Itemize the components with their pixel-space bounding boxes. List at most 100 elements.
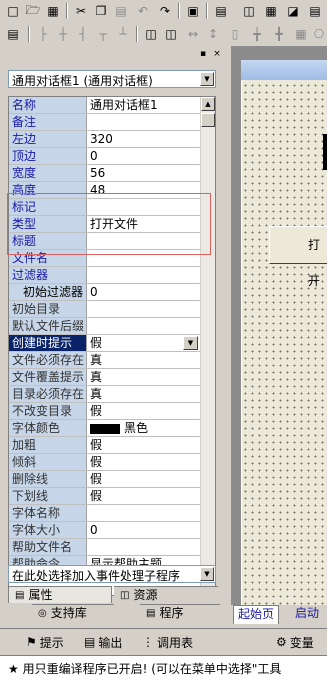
property-row[interactable]: 宽度 56 xyxy=(9,165,201,182)
center-h-icon[interactable]: ◫ xyxy=(142,25,160,43)
property-value[interactable] xyxy=(90,114,200,130)
distribute-v-icon[interactable]: ╋ xyxy=(270,25,288,43)
program-tab-icon: ▤ xyxy=(146,607,156,619)
canvas-button[interactable]: 打开 xyxy=(269,226,327,288)
copy-icon[interactable]: ❐ xyxy=(92,2,110,20)
property-row[interactable]: 过滤器 xyxy=(9,267,201,284)
property-value[interactable]: 0 xyxy=(90,148,200,164)
event-selector[interactable]: 在此处选择加入事件处理子程序 ▼ xyxy=(8,565,216,583)
property-scrollbar[interactable]: ▲ xyxy=(200,97,215,595)
property-value[interactable]: 通用对话框1 xyxy=(90,97,200,113)
property-value[interactable] xyxy=(90,539,200,555)
property-row[interactable]: 顶边 0 xyxy=(9,148,201,165)
size-width-icon[interactable]: ↔ xyxy=(184,25,202,43)
open-folder-icon[interactable]: 🗁 xyxy=(24,2,42,20)
tab-start-page[interactable]: 起始页 xyxy=(233,605,280,624)
property-value[interactable]: 320 xyxy=(90,131,200,147)
new-file-icon[interactable]: □ xyxy=(4,2,22,20)
tab-output[interactable]: ▤ 输出 xyxy=(84,633,122,651)
layout-4-icon[interactable]: ◪ xyxy=(284,2,302,20)
property-row[interactable]: 字体大小 0 xyxy=(9,522,201,539)
property-value[interactable]: 真 xyxy=(90,386,200,402)
tab-next[interactable]: 启动 xyxy=(293,605,321,623)
chevron-down-icon[interactable]: ▼ xyxy=(200,567,214,581)
align-center-icon[interactable]: ┼ xyxy=(54,25,72,43)
property-row[interactable]: 初始目录 xyxy=(9,301,201,318)
property-row[interactable]: 备注 xyxy=(9,114,201,131)
property-value[interactable]: 真 xyxy=(90,369,200,385)
property-row[interactable]: 不改变目录假 xyxy=(9,403,201,420)
property-row[interactable]: 默认文件后缀 xyxy=(9,318,201,335)
property-row[interactable]: 倾斜假 xyxy=(9,454,201,471)
property-row[interactable]: 创建时提示假 ▼ xyxy=(9,335,201,352)
property-row[interactable]: 目录必须存在真 xyxy=(9,386,201,403)
align-top-icon[interactable]: ┬ xyxy=(94,25,112,43)
property-name: 名称 xyxy=(9,97,87,113)
lock-icon[interactable]: ⎔ xyxy=(310,25,327,43)
save-icon[interactable]: ▦ xyxy=(44,2,62,20)
property-value[interactable]: 黑色 xyxy=(90,420,200,436)
spacing-icon[interactable]: ▯ xyxy=(226,25,244,43)
property-row[interactable]: 文件必须存在真 xyxy=(9,352,201,369)
property-row[interactable]: 下划线假 xyxy=(9,488,201,505)
chevron-down-icon[interactable]: ▼ xyxy=(183,336,198,350)
property-row[interactable]: 初始过滤器 0 xyxy=(9,284,201,301)
property-row[interactable]: 左边 320 xyxy=(9,131,201,148)
property-row[interactable]: 字体名称 xyxy=(9,505,201,522)
tab-vars[interactable]: ⚙ 变量 xyxy=(276,633,314,651)
redo-icon[interactable]: ↷ xyxy=(156,2,174,20)
property-row[interactable]: 文件覆盖提示真 xyxy=(9,369,201,386)
tab-call-table[interactable]: ⋮ 调用表 xyxy=(142,633,193,651)
property-value[interactable]: 假 xyxy=(90,488,200,504)
tab-program[interactable]: ▤ 程序 xyxy=(140,604,220,621)
properties-panel-icon[interactable]: ▤ xyxy=(4,25,22,43)
property-value[interactable]: 0 xyxy=(90,522,200,538)
property-value[interactable] xyxy=(90,318,200,334)
property-row[interactable]: 字体颜色 黑色 xyxy=(9,420,201,437)
property-name: 帮助文件名 xyxy=(9,539,87,555)
property-value[interactable] xyxy=(90,267,200,283)
size-height-icon[interactable]: ↕ xyxy=(204,25,222,43)
tab-resources[interactable]: ◫ 资源 xyxy=(114,586,218,603)
align-bottom-icon[interactable]: ┴ xyxy=(114,25,132,43)
close-icon[interactable]: × xyxy=(212,49,222,59)
paste-icon[interactable]: ▤ xyxy=(112,2,130,20)
property-value[interactable]: 假 xyxy=(90,403,200,419)
property-value[interactable]: 56 xyxy=(90,165,200,181)
layout-icon[interactable]: ▤ xyxy=(212,2,230,20)
property-row[interactable]: 删除线假 xyxy=(9,471,201,488)
property-value[interactable]: 真 xyxy=(90,352,200,368)
undo-icon[interactable]: ↶ xyxy=(134,2,152,20)
property-value[interactable]: 假 xyxy=(90,454,200,470)
layout-5-icon[interactable]: ▤ xyxy=(306,2,324,20)
property-value[interactable]: 0 xyxy=(90,284,200,300)
pin-icon[interactable]: ▪ xyxy=(198,49,208,59)
scroll-up-icon[interactable]: ▲ xyxy=(201,97,215,111)
property-row[interactable]: 帮助文件名 xyxy=(9,539,201,556)
align-left-icon[interactable]: ├ xyxy=(34,25,52,43)
distribute-icon[interactable]: ╈ xyxy=(248,25,266,43)
layout-3-icon[interactable]: ▦ xyxy=(262,2,280,20)
center-v-icon[interactable]: ◫ xyxy=(162,25,180,43)
toolbar-separator xyxy=(206,3,208,19)
cut-icon[interactable]: ✂ xyxy=(72,2,90,20)
chevron-down-icon[interactable]: ▼ xyxy=(200,72,214,86)
property-value[interactable]: 假 xyxy=(90,471,200,487)
property-row[interactable]: 名称 通用对话框1 xyxy=(9,97,201,114)
window-icon[interactable]: ▣ xyxy=(184,2,202,20)
tab-hint[interactable]: ⚑ 提示 xyxy=(26,633,64,651)
grid-icon[interactable]: ▦ xyxy=(292,25,310,43)
tab-properties[interactable]: ▤ 属性 xyxy=(8,586,112,603)
property-value[interactable]: 假 xyxy=(90,437,200,453)
tab-support-lib[interactable]: ◎ 支持库 xyxy=(32,604,114,621)
scroll-thumb[interactable] xyxy=(201,113,215,127)
layout-2-icon[interactable]: ◫ xyxy=(240,2,258,20)
dialog-component[interactable] xyxy=(323,134,327,170)
property-name: 字体名称 xyxy=(9,505,87,521)
form-canvas[interactable] xyxy=(241,60,327,605)
property-value[interactable] xyxy=(90,505,200,521)
property-value[interactable] xyxy=(90,301,200,317)
align-right-icon[interactable]: ┤ xyxy=(74,25,92,43)
object-selector[interactable]: 通用对话框1 (通用对话框) ▼ xyxy=(8,70,216,88)
property-row[interactable]: 加粗假 xyxy=(9,437,201,454)
